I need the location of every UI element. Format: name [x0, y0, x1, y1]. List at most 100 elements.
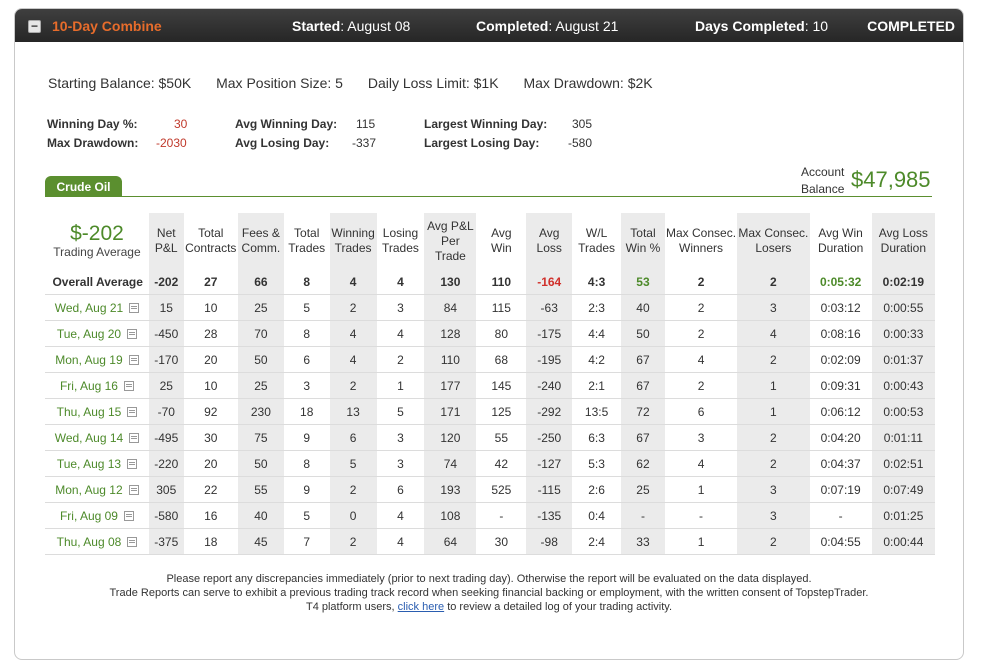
trade-log-icon[interactable] [127, 328, 138, 339]
col-header-avg-pnl-per-trade: Avg P&L Per Trade [424, 213, 477, 269]
avg-winning-day-value: 115 [356, 117, 376, 131]
row-date: Fri, Aug 09 [45, 502, 149, 529]
cell-losing-trades: 4 [376, 528, 425, 555]
trade-log-icon[interactable] [128, 354, 139, 365]
cell-avg-win-duration: 0:09:31 [809, 372, 872, 399]
trade-log-icon[interactable] [127, 536, 138, 547]
max-drawdown-label: Max Drawdown: [47, 136, 139, 150]
cell-max-consec-winners: 2 [664, 320, 738, 347]
cell-avg-loss-duration: 0:01:25 [871, 502, 935, 529]
combine-title: 10-Day Combine [52, 18, 162, 34]
account-rules-summary: Starting Balance: $50K Max Position Size… [48, 75, 674, 91]
cell-total-win-pct: 62 [621, 450, 665, 477]
footer-discrepancy-note: Please report any discrepancies immediat… [166, 573, 812, 585]
overall-total-contracts: 27 [183, 269, 238, 295]
trading-average-value: $-202 [70, 222, 124, 245]
max-position-size: Max Position Size: 5 [216, 75, 343, 91]
col-header-winning-trades: Winning Trades [329, 213, 377, 269]
click-here-link[interactable]: click here [398, 601, 444, 613]
row-date: Thu, Aug 08 [45, 528, 149, 555]
table-row: Wed, Aug 21 15 10 25 5 2 3 84 115 -63 2:3 40 2 3 0:03:… [45, 294, 935, 321]
row-date: Tue, Aug 13 [45, 450, 149, 477]
report-header: − 10-Day Combine Started: August 08 Comp… [15, 9, 963, 42]
col-header-fees-comm: Fees & Comm. [237, 213, 284, 269]
cell-max-consec-losers: 3 [737, 502, 810, 529]
cell-losing-trades: 6 [376, 476, 425, 503]
trade-log-icon[interactable] [123, 510, 134, 521]
cell-total-trades: 6 [283, 346, 330, 373]
tab-crude-oil[interactable]: Crude Oil [45, 176, 122, 197]
cell-max-consec-winners: 2 [664, 294, 738, 321]
cell-avg-pnl-per-trade: 110 [424, 346, 477, 373]
days-completed: Days Completed: 10 [695, 18, 829, 34]
trade-log-icon[interactable] [127, 458, 138, 469]
cell-total-win-pct: 40 [621, 294, 665, 321]
cell-net-pnl: 305 [148, 476, 184, 503]
table-row: Fri, Aug 16 25 10 25 3 2 1 177 145 -240 2:1 67 2 1 0:0… [45, 372, 935, 399]
footer-t4-note: T4 platform users, click here to review … [305, 601, 673, 613]
table-row: Tue, Aug 13 -220 20 50 8 5 3 74 42 -127 5:3 62 4 2 0:0… [45, 450, 935, 477]
cell-max-consec-losers: 2 [737, 424, 810, 451]
cell-total-trades: 8 [283, 450, 330, 477]
overall-max-consec-winners: 2 [664, 269, 738, 295]
cell-fees-comm: 70 [237, 320, 284, 347]
col-header-losing-trades: Losing Trades [382, 226, 419, 255]
trade-log-icon[interactable] [129, 432, 140, 443]
cell-net-pnl: -70 [148, 398, 184, 425]
row-date: Wed, Aug 21 [45, 294, 149, 321]
account-balance-value: $47,985 [851, 167, 931, 192]
cell-losing-trades: 4 [376, 502, 425, 529]
cell-avg-loss: -63 [526, 294, 573, 321]
trading-average-summary: $-202 Trading Average [45, 213, 149, 269]
largest-winning-day-value: 305 [572, 117, 593, 131]
cell-avg-loss: -127 [526, 450, 573, 477]
trade-log-icon[interactable] [129, 302, 140, 313]
overall-average-row: Overall Average -202 27 66 8 4 4 130 110 -164 4:3… [45, 269, 935, 295]
cell-max-consec-losers: 2 [737, 450, 810, 477]
row-date: Fri, Aug 16 [45, 372, 149, 399]
cell-fees-comm: 230 [237, 398, 284, 425]
cell-fees-comm: 55 [237, 476, 284, 503]
cell-max-consec-winners: 4 [664, 450, 738, 477]
row-date: Thu, Aug 15 [45, 398, 149, 425]
cell-wl-trades: 4:4 [572, 320, 622, 347]
cell-wl-trades: 2:4 [572, 528, 622, 555]
cell-fees-comm: 45 [237, 528, 284, 555]
cell-avg-win: 525 [476, 476, 527, 503]
collapse-icon[interactable]: − [28, 20, 41, 33]
row-date: Tue, Aug 20 [45, 320, 149, 347]
cell-avg-loss: -115 [526, 476, 573, 503]
trade-log-icon[interactable] [123, 380, 134, 391]
cell-total-trades: 3 [283, 372, 330, 399]
cell-max-consec-losers: 3 [737, 476, 810, 503]
cell-fees-comm: 50 [237, 346, 284, 373]
cell-net-pnl: -220 [148, 450, 184, 477]
cell-avg-win-duration: 0:07:19 [809, 476, 872, 503]
cell-max-consec-losers: 3 [737, 294, 810, 321]
cell-total-contracts: 18 [183, 528, 238, 555]
cell-wl-trades: 5:3 [572, 450, 622, 477]
cell-avg-loss-duration: 0:01:11 [871, 424, 935, 451]
cell-avg-pnl-per-trade: 193 [424, 476, 477, 503]
cell-avg-loss-duration: 0:00:33 [871, 320, 935, 347]
cell-losing-trades: 3 [376, 294, 425, 321]
cell-total-contracts: 92 [183, 398, 238, 425]
cell-total-win-pct: 33 [621, 528, 665, 555]
trade-log-icon[interactable] [127, 406, 138, 417]
cell-avg-win-duration: 0:03:12 [809, 294, 872, 321]
cell-avg-pnl-per-trade: 177 [424, 372, 477, 399]
max-drawdown-rule: Max Drawdown: $2K [523, 75, 653, 91]
trade-log-icon[interactable] [128, 484, 139, 495]
table-row: Thu, Aug 15 -70 92 230 18 13 5 171 125 -292 13:5 72… [45, 398, 935, 425]
cell-winning-trades: 2 [329, 528, 377, 555]
started-date: Started: August 08 [292, 18, 411, 34]
cell-total-contracts: 16 [183, 502, 238, 529]
cell-net-pnl: -375 [148, 528, 184, 555]
cell-max-consec-losers: 2 [737, 346, 810, 373]
cell-fees-comm: 25 [237, 294, 284, 321]
table-row: Tue, Aug 20 -450 28 70 8 4 4 128 80 -175 4:4 50 2 4 0:… [45, 320, 935, 347]
cell-avg-pnl-per-trade: 120 [424, 424, 477, 451]
largest-winning-day-label: Largest Winning Day: [424, 117, 548, 131]
cell-avg-win-duration: - [809, 502, 872, 529]
cell-avg-win: 30 [476, 528, 527, 555]
